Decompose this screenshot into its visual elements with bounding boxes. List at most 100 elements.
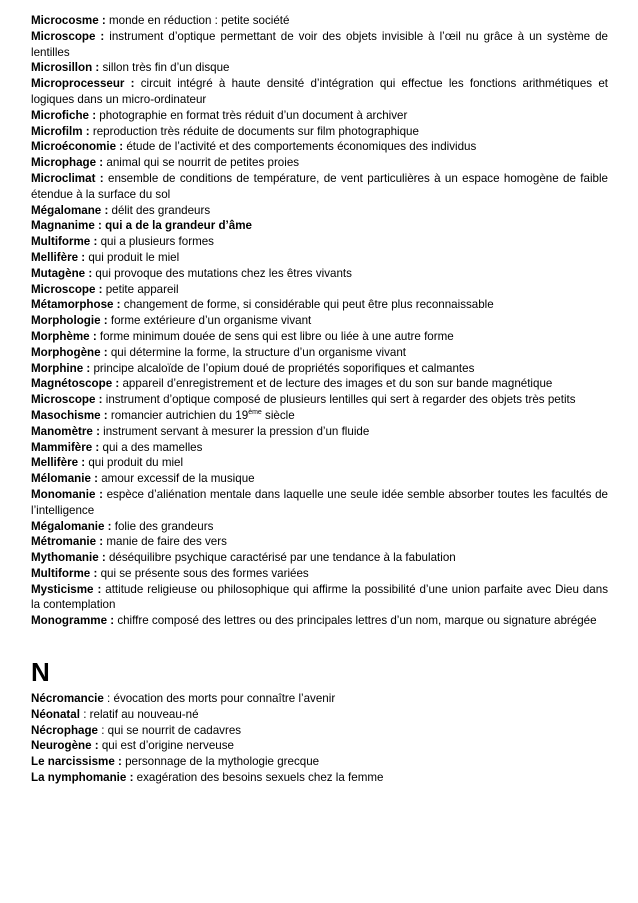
glossary-entry: Mélomanie : amour excessif de la musique [31,471,608,487]
entry-term: Microprocesseur : [31,77,135,91]
entry-definition: délit des grandeurs [108,203,211,217]
entry-term: Multiforme : [31,235,98,249]
glossary-entry: Magnanime : qui a de la grandeur d’âme [31,218,608,234]
entry-term: Microfilm : [31,124,90,138]
glossary-entry: Microcosme : monde en réduction : petite… [31,13,608,29]
entry-term: Mellifère : [31,456,86,470]
glossary-entry: Morphème : forme minimum douée de sens q… [31,329,608,345]
entry-term: Mysticisme : [31,582,102,596]
entry-definition: qui produit le miel [85,250,180,264]
entry-definition: petite appareil [102,282,179,296]
entry-term: Morphogène : [31,345,108,359]
entry-definition: photographie en format très réduit d’un … [96,108,408,122]
entry-term: Néonatal [31,707,80,721]
entry-definition: instrument servant à mesurer la pression… [99,424,370,438]
entry-term: Morphine : [31,361,91,375]
entry-definition: qui produit du miel [85,456,184,470]
glossary-entry: La nymphomanie : exagération des besoins… [31,770,608,786]
glossary-entry: Monomanie : espèce d’aliénation mentale … [31,487,608,519]
glossary-entry: Mysticisme : attitude religieuse ou phil… [31,582,608,614]
entry-definition: qui provoque des mutations chez les être… [92,266,352,280]
entry-definition: qui est d’origine nerveuse [98,739,234,753]
entry-definition: chiffre composé des lettres ou des princ… [114,614,597,628]
glossary-entry: Microscope : instrument d’optique compos… [31,392,608,408]
entry-definition: qui détermine la forme, la structure d’u… [107,345,406,359]
glossary-entry: Morphologie : forme extérieure d’un orga… [31,313,608,329]
entry-term: Mythomanie : [31,551,106,565]
entry-term: Monomanie : [31,487,103,501]
glossary-entry: Mythomanie : déséquilibre psychique cara… [31,550,608,566]
glossary-entry: Microphage : animal qui se nourrit de pe… [31,155,608,171]
entry-definition: exagération des besoins sexuels chez la … [133,771,384,785]
glossary-entry: Le narcissisme : personnage de la mythol… [31,754,608,770]
entry-definition: appareil d’enregistrement et de lecture … [119,377,553,391]
entry-term: Microphage : [31,156,104,170]
entry-definition: étude de l’activité et des comportements… [123,140,477,154]
entry-definition: attitude religieuse ou philosophique qui… [31,582,608,612]
entry-definition: animal qui se nourrit de petites proies [103,156,300,170]
entry-term: Microéconomie : [31,140,124,154]
entry-definition: déséquilibre psychique caractérisé par u… [105,551,456,565]
entry-definition: personnage de la mythologie grecque [121,755,320,769]
entry-definition: instrument d’optique permettant de voir … [31,29,609,59]
entry-term: Mégalomanie : [31,519,112,533]
glossary-entry: Mammifère : qui a des mamelles [31,440,608,456]
glossary-entry: Mutagène : qui provoque des mutations ch… [31,266,608,282]
entry-term: Microscope : [31,282,103,296]
entry-definition: reproduction très réduite de documents s… [89,124,419,138]
entry-definition: forme extérieure d’un organisme vivant [107,314,312,328]
glossary-entry: Mellifère : qui produit du miel [31,455,608,471]
entry-definition: ensemble de conditions de température, d… [31,171,608,201]
entry-term: Nécromancie [31,692,104,706]
entry-definition: espèce d’aliénation mentale dans laquell… [31,487,608,517]
entry-term: Microclimat : [31,171,104,185]
glossary-entry: Monogramme : chiffre composé des lettres… [31,613,608,629]
entry-term: Le narcissisme : [31,755,122,769]
glossary-entry: Mégalomanie : folie des grandeurs [31,519,608,535]
entry-definition: sillon très fin d’un disque [99,61,230,75]
glossary-entry: Microéconomie : étude de l’activité et d… [31,139,608,155]
entry-definition: : qui se nourrit de cadavres [98,723,242,737]
entry-definition: qui a de la grandeur d’âme [101,219,252,233]
entry-term: Microscope : [31,393,103,407]
glossary-entry: Microsillon : sillon très fin d’un disqu… [31,60,608,76]
entry-term: Morphème : [31,329,97,343]
entry-definition: folie des grandeurs [111,519,214,533]
entry-definition: manie de faire des vers [103,535,227,549]
entry-term: Multiforme : [31,566,98,580]
entry-definition-tail: siècle [261,408,295,422]
entry-definition: amour excessif de la musique [98,472,255,486]
entry-term: Microcosme : [31,14,106,27]
glossary-entry: Microfilm : reproduction très réduite de… [31,124,608,140]
section-n-entries: Nécromancie : évocation des morts pour c… [31,691,608,786]
entry-definition: : relatif au nouveau-né [79,707,199,721]
entry-term: Microscope : [31,29,105,43]
entry-definition: romancier autrichien du 19 [107,408,249,422]
glossary-entry: Multiforme : qui a plusieurs formes [31,234,608,250]
glossary-entry: Microfiche : photographie en format très… [31,108,608,124]
entry-definition: : évocation des morts pour connaître l’a… [103,692,336,706]
glossary-entry: Manomètre : instrument servant à mesurer… [31,424,608,440]
entry-definition: qui a plusieurs formes [97,235,214,249]
glossary-entry: Mégalomane : délit des grandeurs [31,203,608,219]
glossary-entry: Microprocesseur : circuit intégré à haut… [31,76,608,108]
glossary-entry: Masochisme : romancier autrichien du 19è… [31,408,608,424]
entry-term: Monogramme : [31,614,115,628]
glossary-entry: Mellifère : qui produit le miel [31,250,608,266]
entry-term: La nymphomanie : [31,771,134,785]
entry-definition: qui se présente sous des formes variées [97,566,309,580]
glossary-entry: Nécrophage : qui se nourrit de cadavres [31,723,608,739]
entry-term: Microsillon : [31,61,100,75]
entry-term: Morphologie : [31,314,108,328]
entry-term: Microfiche : [31,108,97,122]
glossary-entry: Magnétoscope : appareil d’enregistrement… [31,376,608,392]
entry-term: Métromanie : [31,535,104,549]
entry-definition: qui a des mamelles [99,440,203,454]
glossary-entry: Métamorphose : changement de forme, si c… [31,297,608,313]
section-m-entries: Microcosme : monde en réduction : petite… [31,13,608,629]
entry-definition: monde en réduction : petite société [105,14,290,27]
entry-term: Magnétoscope : [31,377,120,391]
section-letter-n: N [31,657,50,688]
entry-term: Mégalomane : [31,203,109,217]
entry-term: Mélomanie : [31,472,98,486]
